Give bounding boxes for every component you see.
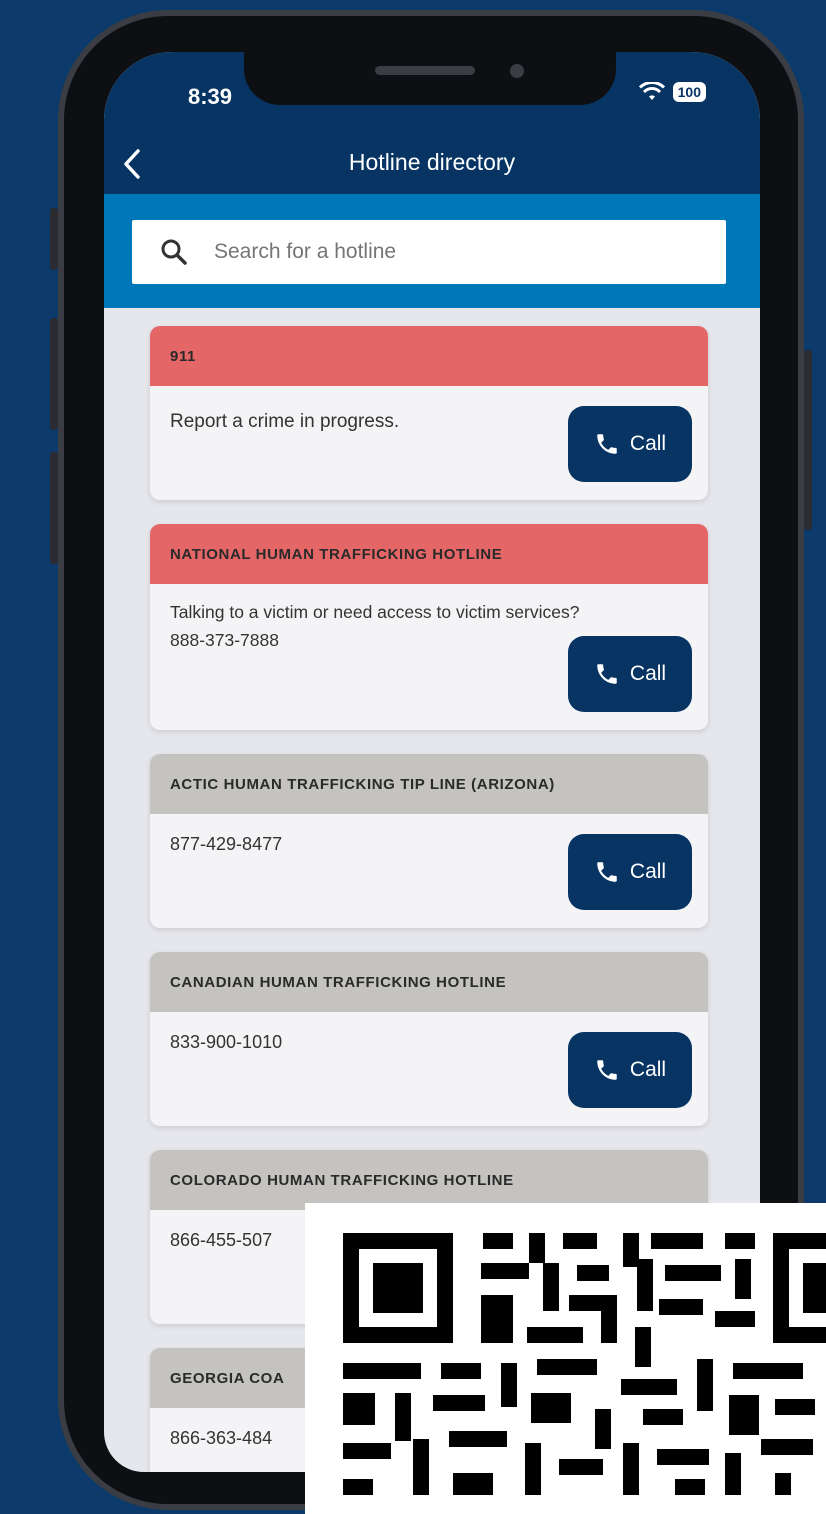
phone-side-button <box>50 208 58 270</box>
app-header: Hotline directory <box>104 136 760 194</box>
call-button-label: Call <box>629 432 667 455</box>
status-time: 8:39 <box>188 84 233 109</box>
hotline-card: NATIONAL HUMAN TRAFFICKING HOTLINE Talki… <box>150 524 708 730</box>
phone-icon <box>597 1060 617 1080</box>
phone-icon <box>597 862 617 882</box>
call-button[interactable]: Call <box>568 406 692 482</box>
front-camera <box>510 64 524 78</box>
speaker-grille <box>375 66 475 75</box>
phone-icon <box>597 434 617 454</box>
phone-icon <box>597 664 617 684</box>
phone-side-button <box>804 350 812 530</box>
search-box[interactable] <box>132 220 726 284</box>
qr-code <box>305 1203 826 1514</box>
call-button[interactable]: Call <box>568 1032 692 1108</box>
hotline-name: NATIONAL HUMAN TRAFFICKING HOTLINE <box>150 524 708 584</box>
phone-side-button <box>50 318 58 430</box>
call-button-label: Call <box>629 662 667 685</box>
search-section <box>104 194 760 308</box>
search-input[interactable] <box>214 240 694 264</box>
call-button-label: Call <box>629 860 667 883</box>
call-button[interactable]: Call <box>568 834 692 910</box>
status-icons: 100 <box>638 82 706 102</box>
hotline-card: CANADIAN HUMAN TRAFFICKING HOTLINE 833-9… <box>150 952 708 1126</box>
hotline-description: Talking to a victim or need access to vi… <box>170 602 580 622</box>
hotline-name: ACTIC HUMAN TRAFFICKING TIP LINE (ARIZON… <box>150 754 708 814</box>
search-icon <box>160 237 190 267</box>
wifi-icon <box>638 82 665 100</box>
hotline-name: COLORADO HUMAN TRAFFICKING HOTLINE <box>150 1150 708 1210</box>
hotline-name: 911 <box>150 326 708 386</box>
hotline-card: 911 Report a crime in progress. Call <box>150 326 708 500</box>
call-button[interactable]: Call <box>568 636 692 712</box>
call-button-label: Call <box>629 1058 667 1081</box>
hotline-card: ACTIC HUMAN TRAFFICKING TIP LINE (ARIZON… <box>150 754 708 928</box>
battery-indicator: 100 <box>672 82 706 102</box>
phone-side-button <box>50 452 58 564</box>
hotline-name: CANADIAN HUMAN TRAFFICKING HOTLINE <box>150 952 708 1012</box>
page-title: Hotline directory <box>348 149 516 175</box>
